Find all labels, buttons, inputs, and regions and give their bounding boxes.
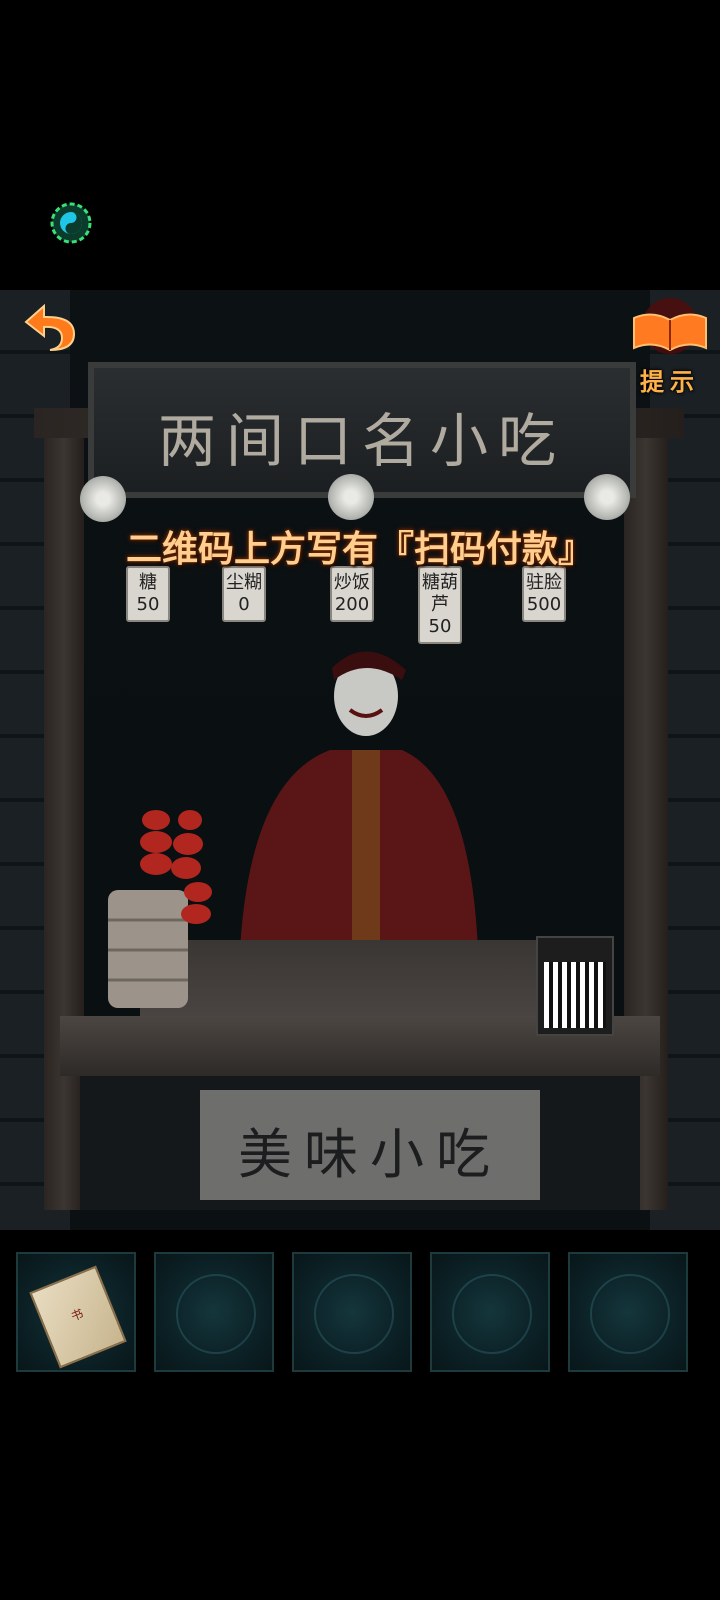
yin-yang-icon (314, 1274, 394, 1354)
menu-tag-price: 500 (526, 594, 562, 615)
menu-tag-price: 200 (334, 594, 370, 615)
menu-tag[interactable]: 炒饭 200 (330, 566, 374, 622)
candied-haw-bucket[interactable] (100, 790, 220, 1010)
hint-button[interactable]: 提示 (630, 296, 710, 396)
menu-tag-price: 50 (428, 616, 452, 637)
stall-sign-text: 两间口名小吃 (157, 407, 566, 475)
inventory-slot-2[interactable] (154, 1252, 274, 1372)
menu-tag[interactable]: 尘糊 0 (222, 566, 266, 622)
menu-tag-label: 糖葫芦 (422, 572, 458, 615)
menu-tag-price: 0 (238, 594, 250, 615)
settings-gear-icon[interactable] (50, 202, 92, 244)
menu-tag-label: 驻脸 (526, 572, 562, 593)
yin-yang-icon (590, 1274, 670, 1354)
menu-tag-label: 尘糊 (226, 572, 262, 593)
menu-tag[interactable]: 糖葫芦 50 (418, 566, 462, 644)
menu-tag-label: 糖 (139, 572, 157, 593)
talisman-book-item[interactable]: 书 (29, 1265, 127, 1369)
menu-tag[interactable]: 驻脸 500 (522, 566, 566, 622)
vendor-figure[interactable] (220, 640, 480, 950)
inventory-slot-1[interactable]: 书 (16, 1252, 136, 1372)
menu-tag-label: 炒饭 (334, 572, 370, 593)
qr-code (544, 962, 606, 1028)
yin-yang-icon (452, 1274, 532, 1354)
rosette-decoration (80, 476, 126, 522)
inventory-slot-5[interactable] (568, 1252, 688, 1372)
faded-poster[interactable]: 美味小吃 (200, 1090, 540, 1200)
menu-tag-price: 50 (136, 594, 160, 615)
faded-poster-text: 美味小吃 (238, 1123, 502, 1186)
yin-yang-icon (176, 1274, 256, 1354)
menu-tag[interactable]: 糖 50 (126, 566, 170, 622)
rosette-decoration (328, 474, 374, 520)
back-arrow-icon[interactable] (22, 300, 78, 356)
qr-code-stand[interactable] (536, 936, 614, 1036)
hint-label: 提示 (640, 368, 700, 396)
open-book-icon (633, 298, 707, 354)
scene-message: 二维码上方写有『扫码付款』 (125, 529, 594, 570)
inventory-slot-4[interactable] (430, 1252, 550, 1372)
inventory-slot-3[interactable] (292, 1252, 412, 1372)
talisman-book-label: 书 (69, 1306, 86, 1324)
rosette-decoration (584, 474, 630, 520)
